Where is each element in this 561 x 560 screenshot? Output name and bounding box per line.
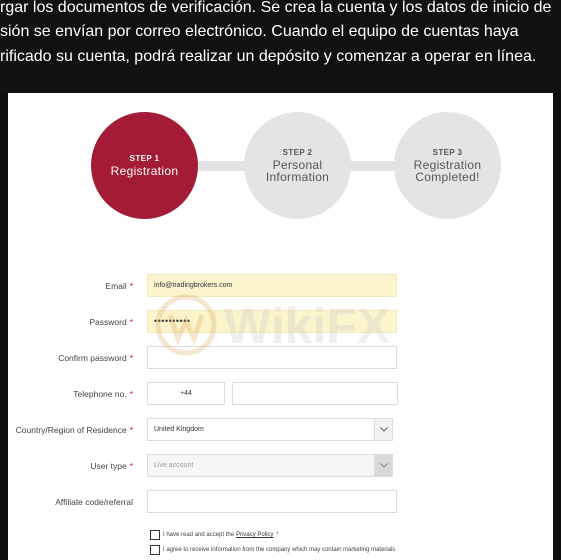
password-label-text: Password	[89, 317, 127, 327]
marketing-checkbox[interactable]	[150, 545, 160, 555]
user-type-value: Live account	[154, 462, 194, 469]
step-name-line2: Information	[265, 170, 330, 184]
user-type-label: User type *	[90, 454, 133, 479]
affiliate-row: Affiliate code/referral	[8, 490, 553, 515]
required-mark: *	[129, 425, 133, 435]
phone-code-field[interactable]: +44	[147, 382, 225, 405]
step-number: STEP 1	[129, 154, 160, 163]
step-name: Registration	[110, 164, 179, 178]
intro-text: rgar los documentos de verificación. Se …	[0, 0, 561, 93]
required-mark: *	[129, 281, 133, 291]
country-value: United Kingdom	[154, 426, 204, 433]
required-mark: *	[129, 461, 133, 471]
required-mark: *	[129, 389, 133, 399]
privacy-checkbox[interactable]	[150, 530, 160, 540]
telephone-row: Telephone no. * +44	[8, 382, 553, 407]
step-name-line2: Completed!	[415, 170, 480, 184]
telephone-label-text: Telephone no.	[73, 389, 127, 399]
step-registration-completed: STEP 3 Registration Completed!	[394, 112, 501, 219]
user-type-select[interactable]: Live account	[147, 454, 393, 477]
marketing-text: I agree to receive information from the …	[163, 547, 396, 553]
wikifx-watermark: WikiFX	[148, 285, 418, 365]
affiliate-code-field[interactable]	[147, 490, 397, 513]
email-label: Email *	[105, 274, 133, 299]
country-label-text: Country/Region of Residence	[15, 425, 127, 435]
privacy-consent-row: I have read and accept the Privacy Polic…	[150, 528, 279, 542]
privacy-policy-link[interactable]: Privacy Policy	[236, 532, 273, 538]
registration-panel: STEP 1 Registration STEP 2 Personal Info…	[8, 93, 553, 560]
country-select[interactable]: United Kingdom	[147, 418, 393, 441]
country-label: Country/Region of Residence *	[16, 418, 133, 443]
confirm-password-label: Confirm password *	[58, 346, 133, 371]
email-label-text: Email	[105, 281, 127, 291]
step-registration: STEP 1 Registration	[91, 112, 198, 219]
step-number: STEP 2	[282, 148, 313, 157]
privacy-text: I have read and accept the	[163, 532, 235, 538]
country-row: Country/Region of Residence * United King…	[8, 418, 553, 443]
watermark-text: WikiFX	[224, 298, 390, 354]
user-type-row: User type * Live account	[8, 454, 553, 479]
telephone-label: Telephone no. *	[73, 382, 133, 407]
step-personal-information: STEP 2 Personal Information	[244, 112, 351, 219]
required-mark: *	[276, 532, 279, 538]
password-label: Password *	[89, 310, 133, 335]
affiliate-label: Affiliate code/referral	[55, 497, 133, 507]
intro-line-1: rgar los documentos de verificación. Se …	[0, 0, 552, 16]
marketing-consent-row: I agree to receive information from the …	[150, 543, 395, 557]
chevron-down-icon[interactable]	[374, 455, 392, 476]
required-mark: *	[129, 317, 133, 327]
required-mark: *	[129, 353, 133, 363]
step-number: STEP 3	[432, 148, 463, 157]
intro-line-3: rificado su cuenta, podrá realizar un de…	[0, 48, 537, 65]
chevron-down-icon[interactable]	[374, 419, 392, 440]
confirm-password-label-text: Confirm password	[58, 353, 127, 363]
intro-line-2: sión se envían por correo electrónico. C…	[0, 23, 519, 40]
user-type-label-text: User type	[90, 461, 127, 471]
phone-number-field[interactable]	[232, 382, 398, 405]
